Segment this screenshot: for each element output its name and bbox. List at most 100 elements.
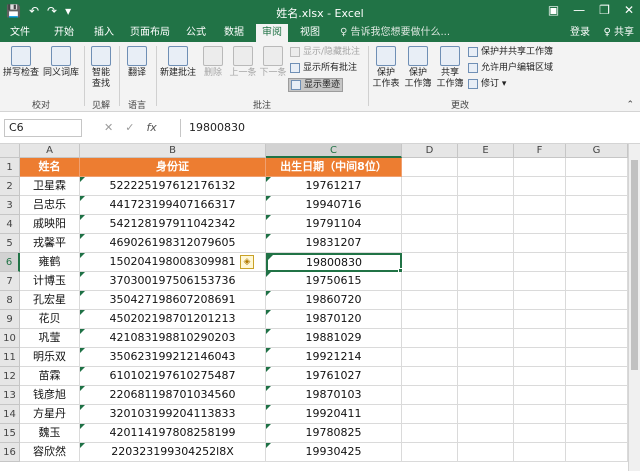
cell[interactable]: [566, 196, 628, 215]
column-header-e[interactable]: E: [458, 144, 514, 158]
name-box[interactable]: C6: [4, 119, 82, 137]
birth-cell[interactable]: 19761217: [266, 177, 402, 196]
cell[interactable]: [514, 329, 566, 348]
row-header-5[interactable]: 5: [0, 234, 20, 253]
cell[interactable]: [566, 386, 628, 405]
cell[interactable]: [402, 348, 458, 367]
name-cell[interactable]: 吕忠乐: [20, 196, 80, 215]
id-cell[interactable]: 441723199407166317: [80, 196, 266, 215]
cell[interactable]: [402, 177, 458, 196]
id-cell[interactable]: 220323199304252l8X: [80, 443, 266, 462]
row-header-14[interactable]: 14: [0, 405, 20, 424]
birth-cell[interactable]: 19831207: [266, 234, 402, 253]
cell[interactable]: [566, 405, 628, 424]
tab-home[interactable]: 开始: [46, 24, 82, 42]
cell[interactable]: [458, 158, 514, 177]
cell[interactable]: [514, 310, 566, 329]
close-icon[interactable]: ✕: [624, 3, 634, 17]
birth-cell[interactable]: 19940716: [266, 196, 402, 215]
cell[interactable]: [402, 196, 458, 215]
cell[interactable]: [402, 443, 458, 462]
cell[interactable]: [402, 329, 458, 348]
birth-cell[interactable]: 19780825: [266, 424, 402, 443]
cell[interactable]: [402, 424, 458, 443]
cell[interactable]: [514, 177, 566, 196]
cell[interactable]: [566, 329, 628, 348]
row-header-8[interactable]: 8: [0, 291, 20, 310]
cell[interactable]: [514, 291, 566, 310]
row-header-4[interactable]: 4: [0, 215, 20, 234]
cell[interactable]: [458, 291, 514, 310]
cell[interactable]: [402, 405, 458, 424]
show-all-comments-button[interactable]: 显示所有批注: [290, 62, 357, 74]
id-cell[interactable]: 350427198607208691: [80, 291, 266, 310]
id-cell[interactable]: 220681198701034560: [80, 386, 266, 405]
cell[interactable]: [402, 310, 458, 329]
name-cell[interactable]: 卫星霖: [20, 177, 80, 196]
id-cell[interactable]: 150204198008309981: [80, 253, 266, 272]
cell[interactable]: [458, 367, 514, 386]
show-hide-comment-button[interactable]: 显示/隐藏批注: [290, 46, 360, 58]
cell[interactable]: [458, 348, 514, 367]
cell[interactable]: [402, 272, 458, 291]
next-comment-button[interactable]: 下一条: [258, 46, 288, 79]
cell[interactable]: [458, 386, 514, 405]
name-cell[interactable]: 苗霖: [20, 367, 80, 386]
cell[interactable]: [402, 234, 458, 253]
ribbon-options-icon[interactable]: ▣: [548, 3, 559, 17]
show-ink-button[interactable]: 显示墨迹: [288, 78, 344, 92]
cell[interactable]: [402, 253, 458, 272]
id-cell[interactable]: 522225197612176132: [80, 177, 266, 196]
column-header-b[interactable]: B: [80, 144, 266, 158]
cell[interactable]: [458, 177, 514, 196]
tab-page-layout[interactable]: 页面布局: [126, 24, 174, 42]
header-cell-id[interactable]: 身份证: [80, 158, 266, 177]
cell[interactable]: [458, 405, 514, 424]
tell-me-search[interactable]: ♀ 告诉我您想要做什么...: [340, 24, 450, 42]
birth-cell[interactable]: 19881029: [266, 329, 402, 348]
cell[interactable]: [566, 443, 628, 462]
scrollbar-thumb[interactable]: [631, 160, 638, 370]
column-header-d[interactable]: D: [402, 144, 458, 158]
cell[interactable]: [514, 386, 566, 405]
new-comment-button[interactable]: 新建批注: [158, 46, 198, 79]
spell-check-button[interactable]: 拼写检查: [2, 46, 40, 79]
row-header-1[interactable]: 1: [0, 158, 20, 177]
row-header-12[interactable]: 12: [0, 367, 20, 386]
id-cell[interactable]: 610102197610275487: [80, 367, 266, 386]
cell[interactable]: [514, 215, 566, 234]
row-header-13[interactable]: 13: [0, 386, 20, 405]
name-cell[interactable]: 花贝: [20, 310, 80, 329]
share-workbook-button[interactable]: 共享 工作簿: [434, 46, 466, 90]
cell[interactable]: [514, 158, 566, 177]
name-cell[interactable]: 雍鹤: [20, 253, 80, 272]
share-button[interactable]: ♀ 共享: [603, 24, 634, 42]
allow-edit-ranges-button[interactable]: 允许用户编辑区域: [468, 62, 553, 74]
id-cell[interactable]: 420114197808258199: [80, 424, 266, 443]
birth-cell[interactable]: 19750615: [266, 272, 402, 291]
column-header-g[interactable]: G: [566, 144, 628, 158]
row-header-11[interactable]: 11: [0, 348, 20, 367]
id-cell[interactable]: 421083198810290203: [80, 329, 266, 348]
cell[interactable]: [566, 158, 628, 177]
cell[interactable]: [458, 310, 514, 329]
active-cell[interactable]: 19800830: [266, 253, 402, 272]
cell[interactable]: [514, 367, 566, 386]
name-cell[interactable]: 计博玉: [20, 272, 80, 291]
row-header-10[interactable]: 10: [0, 329, 20, 348]
row-header-9[interactable]: 9: [0, 310, 20, 329]
header-cell-birth[interactable]: 出生日期（中间8位）: [266, 158, 402, 177]
name-cell[interactable]: 孔宏星: [20, 291, 80, 310]
name-cell[interactable]: 方星丹: [20, 405, 80, 424]
cell[interactable]: [514, 443, 566, 462]
cell[interactable]: [402, 215, 458, 234]
delete-comment-button[interactable]: 删除: [200, 46, 226, 79]
birth-cell[interactable]: 19921214: [266, 348, 402, 367]
cell[interactable]: [566, 424, 628, 443]
birth-cell[interactable]: 19761027: [266, 367, 402, 386]
cell[interactable]: [566, 291, 628, 310]
birth-cell[interactable]: 19920411: [266, 405, 402, 424]
cell[interactable]: [514, 272, 566, 291]
cell[interactable]: [402, 367, 458, 386]
previous-comment-button[interactable]: 上一条: [228, 46, 258, 79]
